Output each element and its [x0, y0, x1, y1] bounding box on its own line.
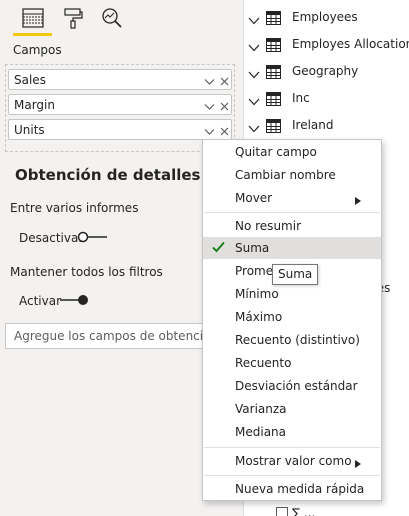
- chevron-down-icon[interactable]: [204, 100, 215, 114]
- menu-item-label: Quitar campo: [235, 145, 317, 159]
- menu-item-label: Varianza: [235, 402, 287, 416]
- field-table-employees[interactable]: Employees: [248, 9, 409, 29]
- menu-separator: [204, 447, 380, 448]
- table-name: Employees: [292, 10, 358, 24]
- chevron-down-icon[interactable]: [248, 41, 260, 55]
- menu-separator: [204, 212, 380, 213]
- field-table-employes-allocations[interactable]: Employes Allocations: [248, 36, 409, 56]
- close-icon[interactable]: [220, 125, 229, 139]
- field-well-sales[interactable]: Sales: [8, 69, 232, 90]
- checkmark-icon: [212, 241, 225, 256]
- keep-filters-state-label: Activar: [19, 294, 62, 308]
- menu-item-mediana[interactable]: Mediana: [203, 421, 381, 443]
- table-icon: [266, 38, 281, 55]
- close-icon[interactable]: [220, 75, 229, 89]
- menu-item-minimo[interactable]: Mínimo: [203, 283, 381, 305]
- menu-item-label: Mínimo: [235, 287, 279, 301]
- menu-item-recuento-distintivo[interactable]: Recuento (distintivo): [203, 329, 381, 351]
- menu-item-no-resumir[interactable]: No resumir: [203, 215, 381, 237]
- table-icon: [266, 119, 281, 136]
- table-name: Inc: [292, 91, 310, 105]
- menu-item-maximo[interactable]: Máximo: [203, 306, 381, 328]
- table-icon: [266, 65, 281, 82]
- partially-hidden-field-row: ∑ ...: [276, 505, 409, 516]
- menu-item-desviacion-estandar[interactable]: Desviación estándar: [203, 375, 381, 397]
- table-name: Ireland: [292, 118, 334, 132]
- close-icon[interactable]: [220, 100, 229, 114]
- keep-filters-label: Mantener todos los filtros: [10, 265, 163, 279]
- chevron-down-icon[interactable]: [248, 122, 260, 136]
- table-name: Employes Allocations: [292, 37, 409, 51]
- field-well-name: Sales: [14, 73, 46, 87]
- menu-item-nueva-medida-rapida[interactable]: Nueva medida rápida: [203, 478, 381, 500]
- menu-item-label: Mediana: [235, 425, 286, 439]
- context-menu: Quitar campo Cambiar nombre Mover No res…: [202, 139, 382, 501]
- drillthrough-title: Obtención de detalles: [15, 166, 201, 184]
- cross-report-label: Entre varios informes: [10, 201, 139, 215]
- fields-section-label: Campos: [13, 43, 62, 57]
- submenu-arrow-icon: [355, 194, 361, 208]
- menu-item-label: Mostrar valor como: [235, 454, 352, 468]
- menu-item-label: Cambiar nombre: [235, 168, 336, 182]
- menu-item-mover[interactable]: Mover: [203, 187, 381, 209]
- chevron-down-icon[interactable]: [248, 95, 260, 109]
- field-well-margin[interactable]: Margin: [8, 94, 232, 115]
- field-well-name: Margin: [14, 98, 55, 112]
- menu-item-label: Desviación estándar: [235, 379, 358, 393]
- table-icon: [266, 11, 281, 28]
- cross-report-state-label: Desactivar: [19, 231, 84, 245]
- active-tab-indicator: [13, 33, 52, 36]
- field-table-ireland[interactable]: Ireland: [248, 117, 409, 137]
- format-paint-roller-icon[interactable]: [61, 6, 85, 30]
- cross-report-toggle[interactable]: [77, 231, 109, 246]
- submenu-arrow-icon: [355, 457, 361, 471]
- field-well-units[interactable]: Units: [8, 119, 232, 140]
- fields-icon[interactable]: [21, 6, 45, 30]
- analytics-magnifier-icon[interactable]: [100, 6, 124, 30]
- menu-item-label: Nueva medida rápida: [235, 482, 365, 496]
- menu-item-cambiar-nombre[interactable]: Cambiar nombre: [203, 164, 381, 186]
- table-name: Geography: [292, 64, 359, 78]
- chevron-down-icon[interactable]: [204, 75, 215, 89]
- menu-item-label: Suma: [235, 241, 270, 255]
- keep-filters-toggle[interactable]: [59, 294, 91, 309]
- menu-item-recuento[interactable]: Recuento: [203, 352, 381, 374]
- chevron-down-icon[interactable]: [204, 125, 215, 139]
- menu-item-varianza[interactable]: Varianza: [203, 398, 381, 420]
- menu-item-label: No resumir: [235, 219, 301, 233]
- field-well-name: Units: [14, 123, 45, 137]
- field-table-geography[interactable]: Geography: [248, 63, 409, 83]
- field-name: ∑ ...: [292, 506, 316, 516]
- menu-separator: [204, 475, 380, 476]
- tooltip: Suma: [272, 264, 319, 285]
- field-table-inc[interactable]: Inc: [248, 90, 409, 110]
- menu-item-label: Mover: [235, 191, 273, 205]
- chevron-down-icon[interactable]: [248, 14, 260, 28]
- menu-item-suma[interactable]: Suma: [203, 237, 381, 259]
- chevron-down-icon[interactable]: [248, 68, 260, 82]
- menu-item-quitar-campo[interactable]: Quitar campo: [203, 141, 381, 163]
- menu-item-mostrar-valor-como[interactable]: Mostrar valor como: [203, 450, 381, 472]
- table-icon: [266, 92, 281, 109]
- menu-item-label: Recuento: [235, 356, 292, 370]
- menu-item-label: Recuento (distintivo): [235, 333, 360, 347]
- checkbox-icon[interactable]: [276, 507, 288, 516]
- menu-item-label: Máximo: [235, 310, 283, 324]
